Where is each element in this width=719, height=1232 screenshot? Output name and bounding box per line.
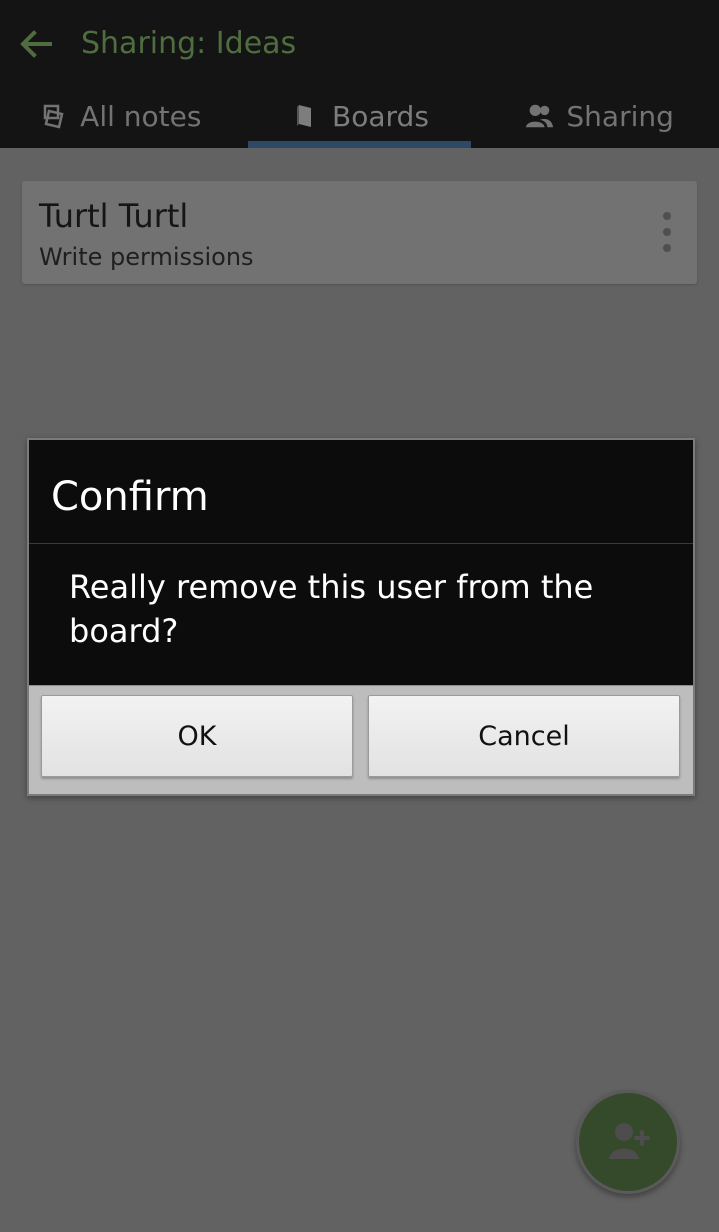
tab-label: All notes: [80, 99, 202, 133]
menu-dot: [663, 228, 671, 236]
book-icon: [290, 101, 320, 131]
add-user-button[interactable]: [576, 1090, 680, 1194]
tab-boards[interactable]: Boards: [240, 84, 480, 148]
dialog-divider: [29, 543, 693, 544]
cancel-button[interactable]: Cancel: [368, 695, 680, 777]
notes-icon: [38, 101, 68, 131]
tab-all-notes[interactable]: All notes: [0, 84, 240, 148]
arrow-left-icon: [20, 30, 52, 58]
tab-active-indicator: [247, 141, 472, 148]
dialog-button-bar: OK Cancel: [29, 685, 693, 794]
tab-sharing[interactable]: Sharing: [479, 84, 719, 148]
menu-dot: [663, 212, 671, 220]
dialog-message: Really remove this user from the board?: [69, 568, 594, 650]
confirm-dialog: Confirm Really remove this user from the…: [27, 438, 695, 796]
dialog-title: Confirm: [51, 474, 209, 520]
page-title: Sharing: Ideas: [81, 26, 297, 61]
users-icon: [524, 101, 554, 131]
user-name: Turtl Turtl: [39, 197, 189, 235]
shared-user-card[interactable]: Turtl Turtl Write permissions: [22, 181, 697, 284]
add-user-icon: [609, 1123, 650, 1159]
app-header: Sharing: Ideas All notes Boards Sharing: [0, 0, 719, 148]
menu-dot: [663, 244, 671, 252]
tab-bar: All notes Boards Sharing: [0, 84, 719, 148]
more-vertical-icon[interactable]: [655, 212, 679, 252]
ok-button[interactable]: OK: [41, 695, 353, 777]
tab-label: Boards: [332, 99, 429, 133]
tab-label: Sharing: [566, 99, 674, 133]
app-screen: Sharing: Ideas All notes Boards Sharing …: [0, 0, 719, 1232]
back-button[interactable]: [16, 24, 56, 64]
user-permission: Write permissions: [39, 243, 254, 271]
